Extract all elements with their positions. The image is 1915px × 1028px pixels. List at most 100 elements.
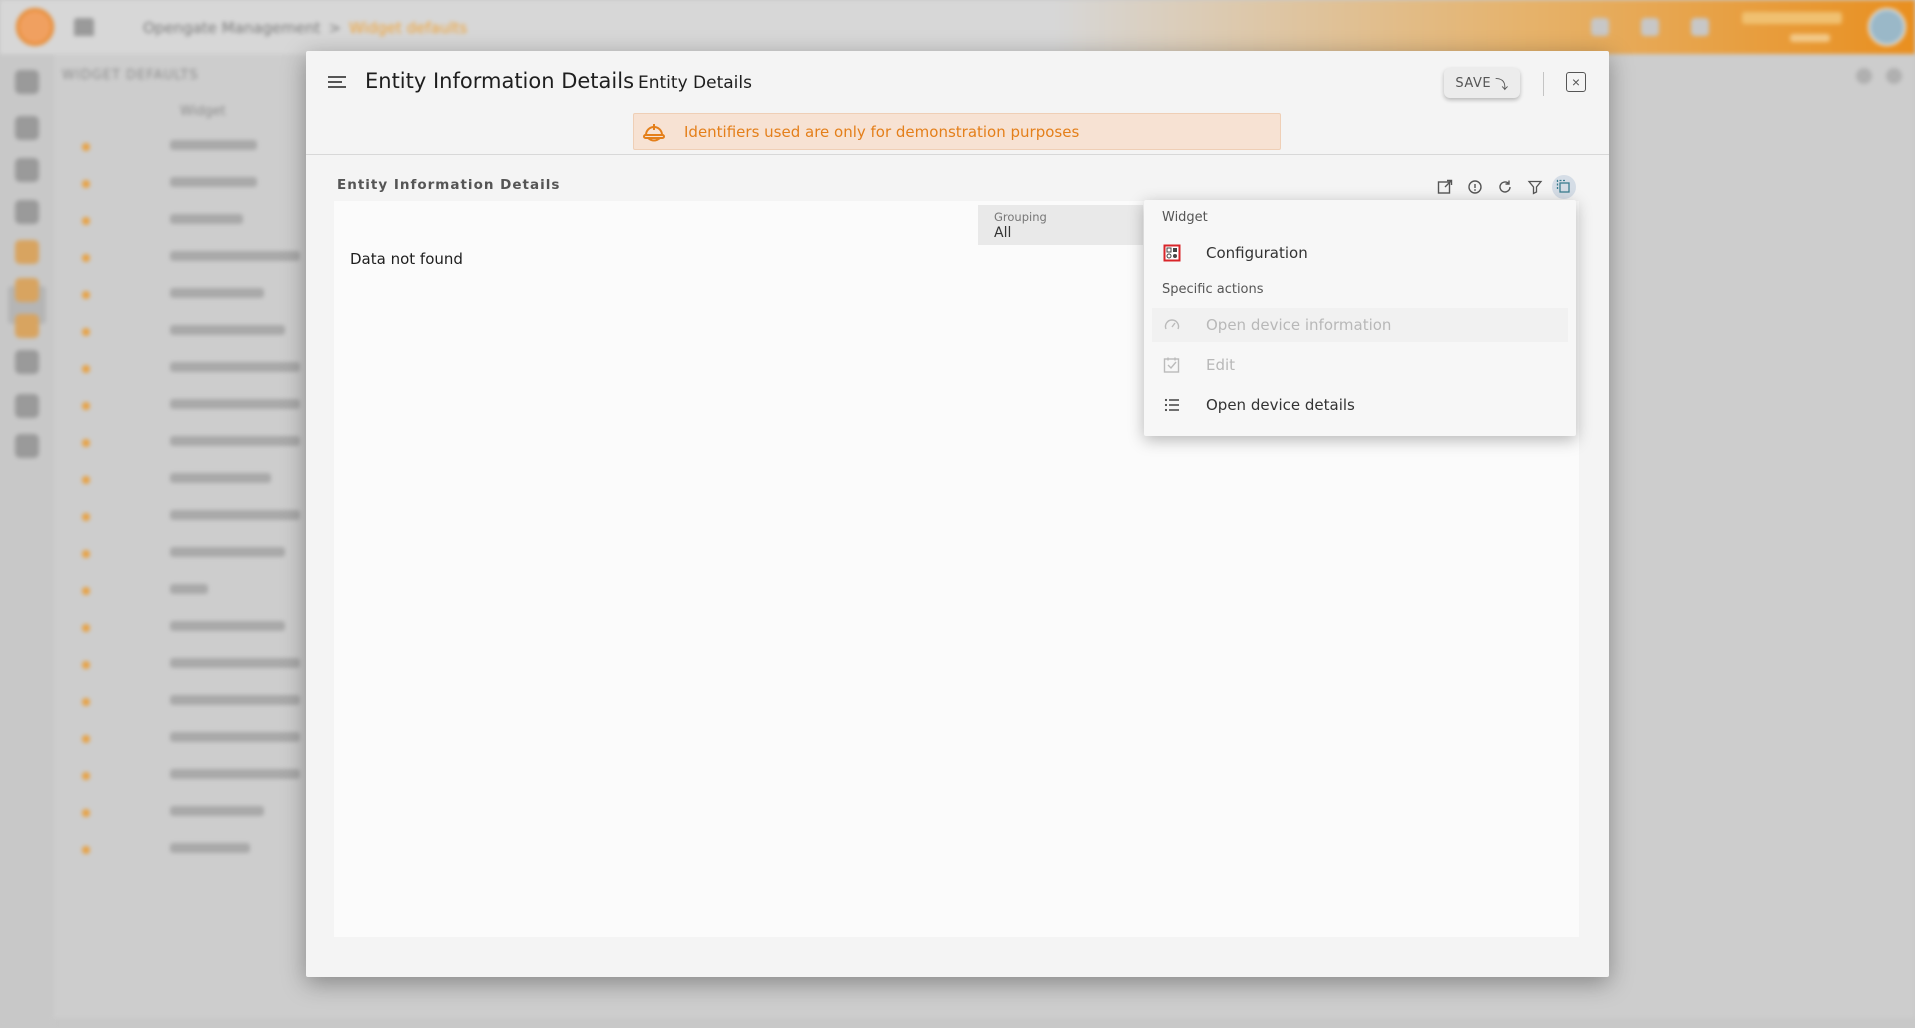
close-button[interactable]: × <box>1566 72 1586 92</box>
background-row-label[interactable]: Datastream Last Value <box>170 399 300 409</box>
gauge-icon <box>1164 319 1180 330</box>
configuration-label: Configuration <box>1206 244 1308 262</box>
menu-item-open-device-information: Open device information <box>1152 308 1568 342</box>
no-data-message: Data not found <box>350 250 463 268</box>
background-row-status-icon <box>82 735 90 743</box>
sidebar-dashboard-icon[interactable] <box>15 158 39 182</box>
background-row-status-icon <box>82 180 90 188</box>
background-row-label[interactable]: Alarms List <box>170 140 257 150</box>
background-row-label[interactable]: Operations List <box>170 621 285 631</box>
widget-config-dialog: Entity Information Details Entity Detail… <box>306 51 1609 977</box>
background-row-status-icon <box>82 476 90 484</box>
sidebar-menu-icon[interactable] <box>15 70 39 94</box>
widget-actions-menu: Widget Configuration Specific actions Op… <box>1144 200 1576 436</box>
widget-title: Entity Information Details <box>337 177 561 193</box>
grouping-label: Grouping <box>994 210 1047 224</box>
home-icon[interactable] <box>74 18 94 36</box>
background-row-status-icon <box>82 365 90 373</box>
background-row-label[interactable]: Maps <box>170 584 208 594</box>
user-name <box>1742 12 1842 24</box>
dialog-subtitle: Entity Details <box>638 73 752 93</box>
background-row-label[interactable]: Datastream History <box>170 362 300 372</box>
background-row-label[interactable]: Tickets list <box>170 806 264 816</box>
background-row-label[interactable]: Entities Alarms List <box>170 436 300 446</box>
background-row-status-icon <box>82 254 90 262</box>
top-bar: Opengate Management > Widget defaults <box>0 0 1915 54</box>
save-button-label: SAVE <box>1455 75 1492 91</box>
sidebar-rules-icon[interactable] <box>15 314 39 338</box>
sidebar-alarms-icon[interactable] <box>15 278 39 302</box>
bell-icon[interactable] <box>1691 18 1709 36</box>
list-icon <box>1164 398 1179 412</box>
warning-text: Identifiers used are only for demonstrat… <box>684 123 1080 141</box>
breadcrumb-current: Widget defaults <box>349 19 468 37</box>
background-row-label[interactable]: Alarms Pies <box>170 177 257 187</box>
open-device-information-label: Open device information <box>1206 316 1392 334</box>
background-row-label[interactable]: Ticket Datastream List <box>170 732 300 742</box>
helmet-icon <box>643 124 665 142</box>
close-icon: × <box>1571 74 1581 90</box>
notifications-icon[interactable] <box>1591 18 1609 36</box>
background-row-status-icon <box>82 439 90 447</box>
background-row-label[interactable]: Executions List <box>170 547 285 557</box>
sidebar-admin-icon[interactable] <box>15 434 39 458</box>
menu-section-widget: Widget <box>1162 210 1208 225</box>
breadcrumb-separator: > <box>328 19 342 37</box>
sidebar-reports-icon[interactable] <box>15 350 39 374</box>
background-row-label[interactable]: Entity Information Details <box>170 510 300 520</box>
background-row-label[interactable]: Entities List <box>170 473 271 483</box>
sidebar-inbox-icon[interactable] <box>15 200 39 224</box>
save-button[interactable]: SAVE ⤵ <box>1444 68 1520 98</box>
user-role <box>1790 34 1830 42</box>
dialog-title: Entity Information Details <box>365 69 635 93</box>
menu-item-configuration[interactable]: Configuration <box>1152 236 1568 270</box>
background-row-label[interactable]: Bulk List (advanced) <box>170 251 300 261</box>
sidebar-devices-icon[interactable] <box>15 116 39 140</box>
dialog-header: Entity Information Details Entity Detail… <box>306 51 1609 155</box>
edit-icon <box>1163 357 1180 373</box>
sidebar-widgets-icon[interactable] <box>15 240 39 264</box>
background-row-status-icon <box>82 624 90 632</box>
refresh-icon[interactable] <box>1493 175 1517 199</box>
open-device-details-label: Open device details <box>1206 396 1355 414</box>
filter-icon[interactable] <box>1523 175 1547 199</box>
background-row-status-icon <box>82 846 90 854</box>
background-row-label[interactable]: Users List <box>170 843 250 853</box>
background-row-label[interactable]: Ticket Information Details <box>170 769 300 779</box>
breadcrumb-parent[interactable]: Opengate Management <box>143 19 320 37</box>
background-row-status-icon <box>82 217 90 225</box>
grouping-select[interactable]: Grouping All <box>978 205 1143 245</box>
menu-item-edit: Edit <box>1152 348 1568 382</box>
background-row-label[interactable]: Datapoints List <box>170 325 285 335</box>
background-row-status-icon <box>82 291 90 299</box>
background-row-label[interactable]: Subscriber Information <box>170 658 300 668</box>
sidebar <box>0 54 54 1028</box>
background-row-label[interactable]: Bulk List <box>170 214 243 224</box>
background-row-status-icon <box>82 587 90 595</box>
save-arrow-icon: ⤵ <box>1495 77 1509 93</box>
apps-icon[interactable] <box>1641 18 1659 36</box>
app-logo <box>16 8 54 46</box>
background-row-status-icon <box>82 143 90 151</box>
background-row-status-icon <box>82 550 90 558</box>
background-row-status-icon <box>82 698 90 706</box>
background-row-status-icon <box>82 513 90 521</box>
menu-item-open-device-details[interactable]: Open device details <box>1152 388 1568 422</box>
background-row-status-icon <box>82 328 90 336</box>
header-divider <box>1543 72 1544 96</box>
widget-actions-icon[interactable] <box>1552 175 1576 199</box>
avatar[interactable] <box>1868 8 1906 46</box>
background-refresh-icon[interactable] <box>1856 68 1872 84</box>
info-bubble-icon[interactable] <box>1463 175 1487 199</box>
edit-label: Edit <box>1206 356 1236 374</box>
sidebar-settings-icon[interactable] <box>15 394 39 418</box>
background-filter-icon[interactable] <box>1886 68 1902 84</box>
background-row-status-icon <box>82 809 90 817</box>
background-row-status-icon <box>82 772 90 780</box>
open-in-new-icon[interactable] <box>1433 175 1457 199</box>
background-row-label[interactable]: Subscription Information <box>170 695 300 705</box>
background-column-header: Widget <box>180 104 226 119</box>
background-row-label[interactable]: Bundles List <box>170 288 264 298</box>
background-page-title: WIDGET DEFAULTS <box>62 68 199 83</box>
menu-lines-icon[interactable] <box>326 73 348 93</box>
